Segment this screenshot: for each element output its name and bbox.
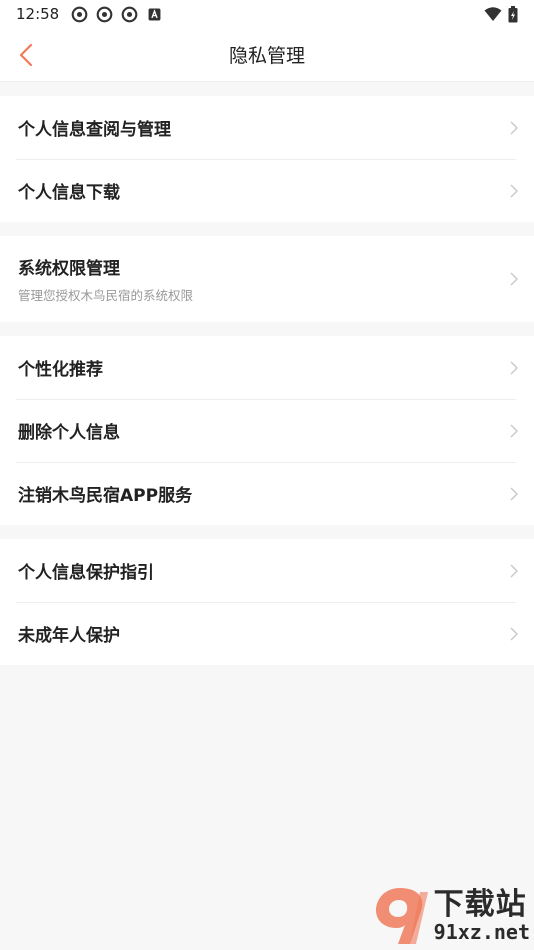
watermark-url: 91xz.net bbox=[433, 920, 530, 944]
chevron-right-icon bbox=[510, 361, 518, 374]
app-notification-icon bbox=[121, 6, 138, 22]
menu-item-label: 个人信息查阅与管理 bbox=[18, 120, 171, 140]
settings-group-permissions: 系统权限管理 管理您授权木鸟民宿的系统权限 bbox=[0, 236, 534, 322]
menu-item-personalized-recommendation[interactable]: 个性化推荐 bbox=[0, 336, 534, 399]
back-button[interactable] bbox=[10, 39, 42, 71]
settings-group-personal-info: 个人信息查阅与管理 个人信息下载 bbox=[0, 96, 534, 222]
chevron-right-icon bbox=[510, 424, 518, 437]
watermark-title: 下载站 bbox=[433, 887, 527, 922]
menu-item-label: 注销木鸟民宿APP服务 bbox=[18, 486, 193, 506]
chevron-right-icon bbox=[510, 487, 518, 500]
chevron-right-icon bbox=[510, 564, 518, 577]
wifi-icon bbox=[484, 7, 502, 21]
menu-item-system-permissions[interactable]: 系统权限管理 管理您授权木鸟民宿的系统权限 bbox=[0, 236, 534, 322]
menu-item-cancel-account[interactable]: 注销木鸟民宿APP服务 bbox=[0, 462, 534, 525]
chevron-right-icon bbox=[510, 272, 518, 286]
menu-item-label: 删除个人信息 bbox=[18, 423, 120, 443]
menu-item-download-info[interactable]: 个人信息下载 bbox=[0, 159, 534, 222]
battery-icon bbox=[508, 5, 518, 22]
menu-item-label: 个人信息下载 bbox=[18, 183, 120, 203]
app-notification-icon bbox=[71, 6, 88, 22]
menu-item-description: 管理您授权木鸟民宿的系统权限 bbox=[18, 288, 194, 303]
watermark-logo-icon bbox=[375, 888, 428, 944]
menu-item-label: 未成年人保护 bbox=[18, 626, 120, 646]
menu-item-label: 个人信息保护指引 bbox=[18, 563, 154, 583]
menu-item-delete-info[interactable]: 删除个人信息 bbox=[0, 399, 534, 462]
menu-item-label: 个性化推荐 bbox=[18, 360, 103, 380]
nav-header: 隐私管理 bbox=[0, 28, 534, 82]
status-time: 12:58 bbox=[16, 5, 60, 23]
menu-item-minor-protection[interactable]: 未成年人保护 bbox=[0, 602, 534, 665]
site-watermark: 下载站 91xz.net bbox=[370, 884, 530, 948]
app-notification-icon bbox=[96, 6, 113, 22]
menu-item-protection-guide[interactable]: 个人信息保护指引 bbox=[0, 539, 534, 602]
chevron-right-icon bbox=[510, 627, 518, 640]
settings-group-data: 个性化推荐 删除个人信息 注销木鸟民宿APP服务 bbox=[0, 336, 534, 525]
status-bar: 12:58 bbox=[0, 0, 534, 28]
chevron-right-icon bbox=[510, 184, 518, 197]
settings-group-protection: 个人信息保护指引 未成年人保护 bbox=[0, 539, 534, 665]
font-notification-icon bbox=[148, 8, 161, 20]
menu-item-label: 系统权限管理 bbox=[18, 259, 120, 279]
menu-item-view-manage-info[interactable]: 个人信息查阅与管理 bbox=[0, 96, 534, 159]
page-title: 隐私管理 bbox=[228, 45, 305, 67]
chevron-right-icon bbox=[510, 121, 518, 134]
chevron-left-icon bbox=[19, 43, 33, 67]
